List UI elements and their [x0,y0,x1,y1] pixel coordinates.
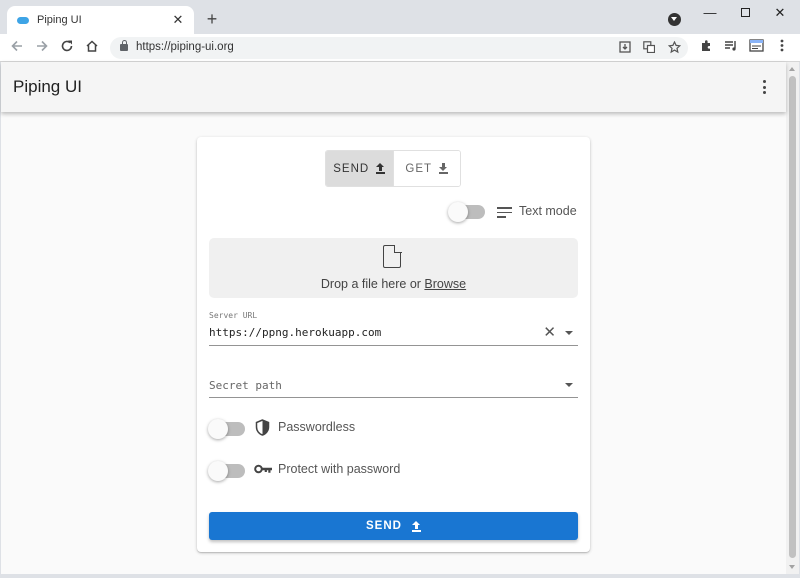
window-maximize-button[interactable] [735,5,755,21]
scroll-down-icon[interactable] [789,565,795,569]
get-mode-label: GET [405,162,433,175]
back-button[interactable] [8,39,26,57]
send-button-label: SEND [366,520,402,532]
scroll-up-icon[interactable] [789,67,795,71]
upload-icon [411,520,421,532]
capture-icon [748,39,764,52]
clear-server-url-icon[interactable]: ✕ [543,325,556,340]
switch-knob [448,202,468,222]
more-vert-dot [762,91,766,94]
profile-icon[interactable] [668,13,681,26]
extensions-icon [701,40,710,51]
media-icon [725,41,736,51]
url-text[interactable]: https://piping-ui.org [136,41,234,53]
secret-path-input[interactable]: Secret path [209,379,282,392]
shield-icon [255,419,270,436]
send-mode-label: SEND [333,162,370,175]
media-control-button[interactable] [722,39,740,57]
server-url-label: Server URL [209,311,258,320]
more-vert-dot [762,85,766,89]
mode-toggle: SEND GET [325,150,461,187]
more-vert-icon [762,80,766,83]
forward-button[interactable] [33,39,51,57]
tab-title: Piping UI [37,14,82,26]
send-mode-tab[interactable]: SEND [326,151,393,186]
page-scrollbar[interactable] [786,62,799,574]
protect-password-label: Protect with password [278,462,401,476]
secret-path-dropdown-icon[interactable] [565,383,573,387]
back-arrow-icon [11,40,22,52]
protect-password-switch[interactable] [208,461,245,481]
more-vert-icon [780,39,784,52]
passwordless-label: Passwordless [278,420,356,434]
browser-menu-button[interactable] [773,39,791,57]
app-bar: Piping UI [1,62,786,112]
secret-path-field[interactable]: Secret path [209,373,578,398]
app-title: Piping UI [13,77,82,96]
reload-icon [61,40,73,52]
upload-icon [376,163,386,174]
maximize-icon [740,8,750,17]
passwordless-switch[interactable] [208,419,245,439]
extensions-button[interactable] [697,39,715,57]
window-minimize-button[interactable]: — [700,5,720,21]
get-mode-tab[interactable]: GET [392,151,460,186]
file-dropzone[interactable]: Drop a file here or Browse [209,238,578,298]
server-url-field[interactable]: Server URL https://ppng.herokuapp.com ✕ [209,309,578,346]
text-mode-label: Text mode [519,204,577,218]
switch-knob [208,419,228,439]
capture-button[interactable] [747,39,765,57]
send-card: SEND GET Text mode Drop a file here or B… [197,137,590,552]
lock-icon [120,40,128,51]
dropzone-prompt: Drop a file here or [320,277,425,291]
forward-arrow-icon [37,40,48,52]
key-icon [254,464,272,474]
browser-titlebar: Piping UI ✕ + — ✕ [0,0,800,34]
browser-toolbar: https://piping-ui.org [0,34,800,62]
send-button[interactable]: SEND [209,512,578,540]
text-mode-switch[interactable] [448,202,485,222]
translate-icon[interactable] [641,41,657,57]
switch-knob [208,461,228,481]
browser-tab[interactable]: Piping UI ✕ [7,6,194,34]
star-icon[interactable] [666,40,682,57]
download-icon [439,163,449,174]
app-menu-button[interactable] [757,78,771,96]
new-tab-button[interactable]: + [203,9,221,29]
text-lines-icon [497,207,512,218]
browse-link[interactable]: Browse [424,277,466,291]
piping-favicon-icon [17,16,29,24]
dropzone-text: Drop a file here or Browse [209,277,578,291]
server-url-input[interactable]: https://ppng.herokuapp.com [209,326,381,339]
home-button[interactable] [83,39,101,57]
file-icon [383,244,402,268]
tab-close-icon[interactable]: ✕ [170,12,186,28]
window-close-button[interactable]: ✕ [770,5,790,21]
server-url-dropdown-icon[interactable] [565,331,573,335]
home-icon [86,40,98,52]
scrollbar-thumb[interactable] [789,76,796,558]
reload-button[interactable] [58,39,76,57]
install-icon[interactable] [617,41,633,57]
address-bar[interactable]: https://piping-ui.org [110,37,688,59]
